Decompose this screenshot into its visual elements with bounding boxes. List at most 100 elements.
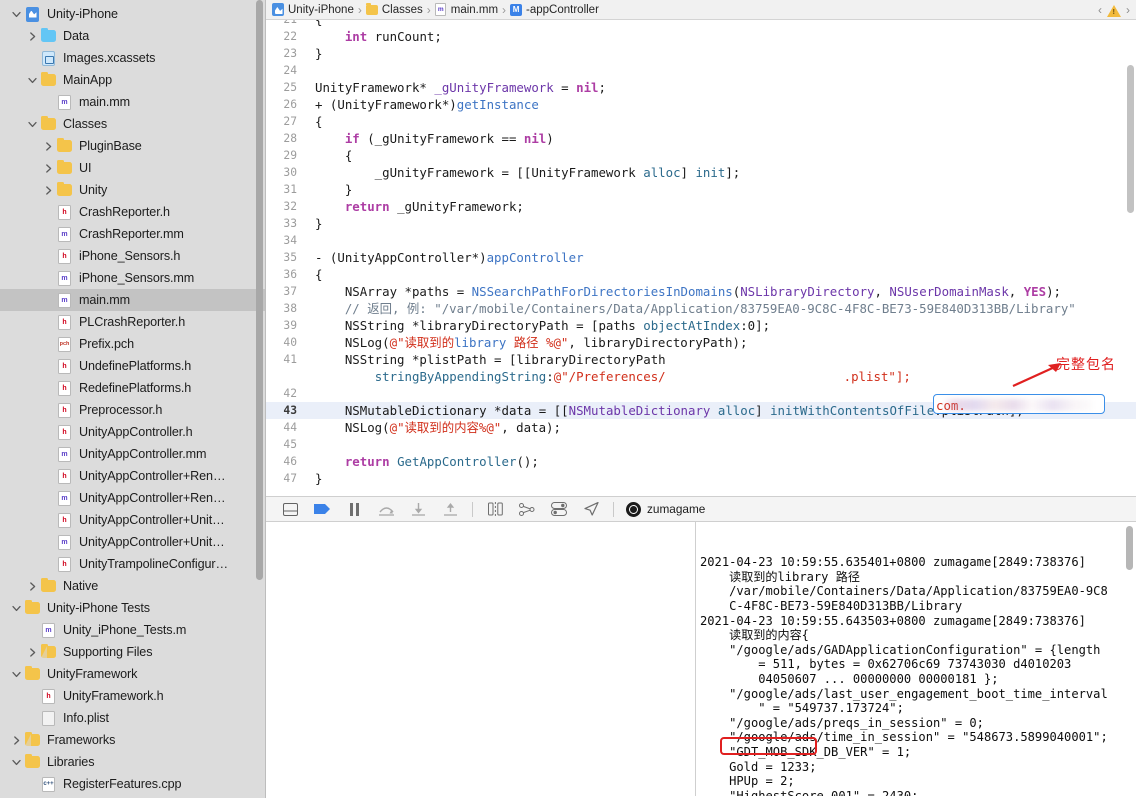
code-line[interactable]: 33}: [266, 215, 1136, 232]
sidebar-item-unityappcontroller-ren[interactable]: m UnityAppController+Ren…: [0, 487, 266, 509]
chevron-right-icon[interactable]: [26, 581, 39, 591]
variables-view[interactable]: [266, 522, 696, 796]
chevron-down-icon[interactable]: [10, 604, 23, 613]
code-lines[interactable]: 21{22 int runCount;23}2425UnityFramework…: [266, 20, 1136, 487]
console-scrollbar[interactable]: [1126, 526, 1133, 570]
sidebar-item-preprocessor-h[interactable]: h Preprocessor.h: [0, 399, 266, 421]
step-into-button[interactable]: [402, 497, 434, 521]
sidebar-item-iphone-sensors-h[interactable]: h iPhone_Sensors.h: [0, 245, 266, 267]
code-line[interactable]: 25 UnityFramework* _gUnityFramework = nil…: [266, 79, 1136, 96]
source-code-editor[interactable]: 21{22 int runCount;23}2425UnityFramework…: [266, 20, 1136, 496]
sidebar-item-unityappcontroller-ren[interactable]: h UnityAppController+Ren…: [0, 465, 266, 487]
code-line[interactable]: 24: [266, 62, 1136, 79]
code-line[interactable]: stringByAppendingString:@"/Preferences/.…: [266, 368, 1136, 385]
code-line[interactable]: 28 if (_gUnityFramework == nil): [266, 130, 1136, 147]
code-line[interactable]: 47}: [266, 470, 1136, 487]
sidebar-item-unityframework-h[interactable]: h UnityFramework.h: [0, 685, 266, 707]
sidebar-item-prefix-pch[interactable]: pch Prefix.pch: [0, 333, 266, 355]
code-line[interactable]: 44 NSLog(@"读取到的内容%@", data);: [266, 419, 1136, 436]
code-line[interactable]: 23}: [266, 45, 1136, 62]
code-line[interactable]: 39 NSString *libraryDirectoryPath = [pat…: [266, 317, 1136, 334]
chevron-down-icon[interactable]: [10, 670, 23, 679]
sidebar-item-unityappcontroller-unit[interactable]: h UnityAppController+Unit…: [0, 509, 266, 531]
chevron-right-icon[interactable]: [10, 735, 23, 745]
project-navigator-list[interactable]: Unity-iPhone Data Images.xcassets MainApp m m…: [0, 3, 266, 795]
code-line[interactable]: 38 // 返回, 例: "/var/mobile/Containers/Dat…: [266, 300, 1136, 317]
code-line[interactable]: 41 NSString *plistPath = [libraryDirecto…: [266, 351, 1136, 368]
breadcrumb[interactable]: Unity-iPhone › Classes › m main.mm › M -appContr…: [266, 0, 1136, 20]
pause-button[interactable]: [338, 497, 370, 521]
sidebar-item-plcrashreporter-h[interactable]: h PLCrashReporter.h: [0, 311, 266, 333]
sidebar-item-undefineplatforms-h[interactable]: h UndefinePlatforms.h: [0, 355, 266, 377]
sidebar-item-images-xcassets[interactable]: Images.xcassets: [0, 47, 266, 69]
sidebar-item-unityappcontroller-unit[interactable]: m UnityAppController+Unit…: [0, 531, 266, 553]
step-over-button[interactable]: [370, 497, 402, 521]
code-line[interactable]: 34: [266, 232, 1136, 249]
next-issue-button[interactable]: ›: [1126, 3, 1130, 17]
breadcrumb-item-unity-iphone[interactable]: Unity-iPhone: [272, 3, 354, 16]
breadcrumb-item-main-mm[interactable]: m main.mm: [435, 3, 498, 16]
code-line[interactable]: 27 {: [266, 113, 1136, 130]
chevron-down-icon[interactable]: [10, 758, 23, 767]
chevron-down-icon[interactable]: [26, 120, 39, 129]
sidebar-item-frameworks[interactable]: Frameworks: [0, 729, 266, 751]
sidebar-item-unity-iphone-tests[interactable]: Unity-iPhone Tests: [0, 597, 266, 619]
code-line[interactable]: 22 int runCount;: [266, 28, 1136, 45]
sidebar-item-data[interactable]: Data: [0, 25, 266, 47]
sidebar-item-unityframework[interactable]: UnityFramework: [0, 663, 266, 685]
debug-memory-graph-button[interactable]: [511, 497, 543, 521]
sidebar-item-info-plist[interactable]: Info.plist: [0, 707, 266, 729]
breadcrumb-item-classes[interactable]: Classes: [365, 2, 423, 16]
code-line[interactable]: 31 }: [266, 181, 1136, 198]
project-navigator[interactable]: Unity-iPhone Data Images.xcassets MainApp m m…: [0, 0, 266, 798]
sidebar-item-crashreporter-mm[interactable]: m CrashReporter.mm: [0, 223, 266, 245]
sidebar-item-unityappcontroller-mm[interactable]: m UnityAppController.mm: [0, 443, 266, 465]
code-line[interactable]: 46 return GetAppController();: [266, 453, 1136, 470]
sidebar-item-main-mm[interactable]: m main.mm: [0, 91, 266, 113]
debug-toolbar[interactable]: zumagame: [266, 496, 1136, 522]
continue-button[interactable]: [306, 497, 338, 521]
sidebar-item-mainapp[interactable]: MainApp: [0, 69, 266, 91]
sidebar-item-main-mm[interactable]: m main.mm: [0, 289, 266, 311]
previous-issue-button[interactable]: ‹: [1098, 3, 1102, 17]
code-line[interactable]: 29 {: [266, 147, 1136, 164]
chevron-down-icon[interactable]: [10, 10, 23, 19]
sidebar-item-ui[interactable]: UI: [0, 157, 266, 179]
sidebar-item-native[interactable]: Native: [0, 575, 266, 597]
debug-view-hierarchy-button[interactable]: [479, 497, 511, 521]
environment-overrides-button[interactable]: [543, 497, 575, 521]
chevron-down-icon[interactable]: [26, 76, 39, 85]
chevron-right-icon[interactable]: [26, 647, 39, 657]
warning-triangle-icon[interactable]: [1107, 4, 1121, 17]
chevron-right-icon[interactable]: [42, 163, 55, 173]
code-line[interactable]: 30 _gUnityFramework = [[UnityFramework a…: [266, 164, 1136, 181]
chevron-right-icon[interactable]: [42, 141, 55, 151]
code-line[interactable]: 45: [266, 436, 1136, 453]
sidebar-item-libraries[interactable]: Libraries: [0, 751, 266, 773]
sidebar-item-unitytrampolineconfigur[interactable]: h UnityTrampolineConfigur…: [0, 553, 266, 575]
simulate-location-button[interactable]: [575, 497, 607, 521]
sidebar-item-unity-iphone-tests-m[interactable]: m Unity_iPhone_Tests.m: [0, 619, 266, 641]
console-output[interactable]: 2021-04-23 10:59:55.635401+0800 zumagame…: [696, 522, 1136, 796]
breadcrumb-right-controls[interactable]: ‹ ›: [1098, 0, 1130, 20]
chevron-right-icon[interactable]: [42, 185, 55, 195]
sidebar-item-unity[interactable]: Unity: [0, 179, 266, 201]
code-line[interactable]: 37 NSArray *paths = NSSearchPathForDirec…: [266, 283, 1136, 300]
sidebar-item-pluginbase[interactable]: PluginBase: [0, 135, 266, 157]
sidebar-item-unityappcontroller-h[interactable]: h UnityAppController.h: [0, 421, 266, 443]
sidebar-item-supporting-files[interactable]: Supporting Files: [0, 641, 266, 663]
sidebar-item-registerfeatures-cpp[interactable]: c++ RegisterFeatures.cpp: [0, 773, 266, 795]
toggle-console-button[interactable]: [274, 497, 306, 521]
sidebar-item-iphone-sensors-mm[interactable]: m iPhone_Sensors.mm: [0, 267, 266, 289]
sidebar-item-classes[interactable]: Classes: [0, 113, 266, 135]
code-line[interactable]: 36 {: [266, 266, 1136, 283]
sidebar-item-redefineplatforms-h[interactable]: h RedefinePlatforms.h: [0, 377, 266, 399]
chevron-right-icon[interactable]: [26, 31, 39, 41]
navigator-scrollbar[interactable]: [256, 0, 263, 580]
sidebar-item-crashreporter-h[interactable]: h CrashReporter.h: [0, 201, 266, 223]
sidebar-item-unity-iphone[interactable]: Unity-iPhone: [0, 3, 266, 25]
breadcrumb-item-appcontroller[interactable]: M -appController: [510, 3, 599, 16]
editor-scrollbar[interactable]: [1127, 65, 1134, 213]
step-out-button[interactable]: [434, 497, 466, 521]
code-line[interactable]: 32 return _gUnityFramework;: [266, 198, 1136, 215]
